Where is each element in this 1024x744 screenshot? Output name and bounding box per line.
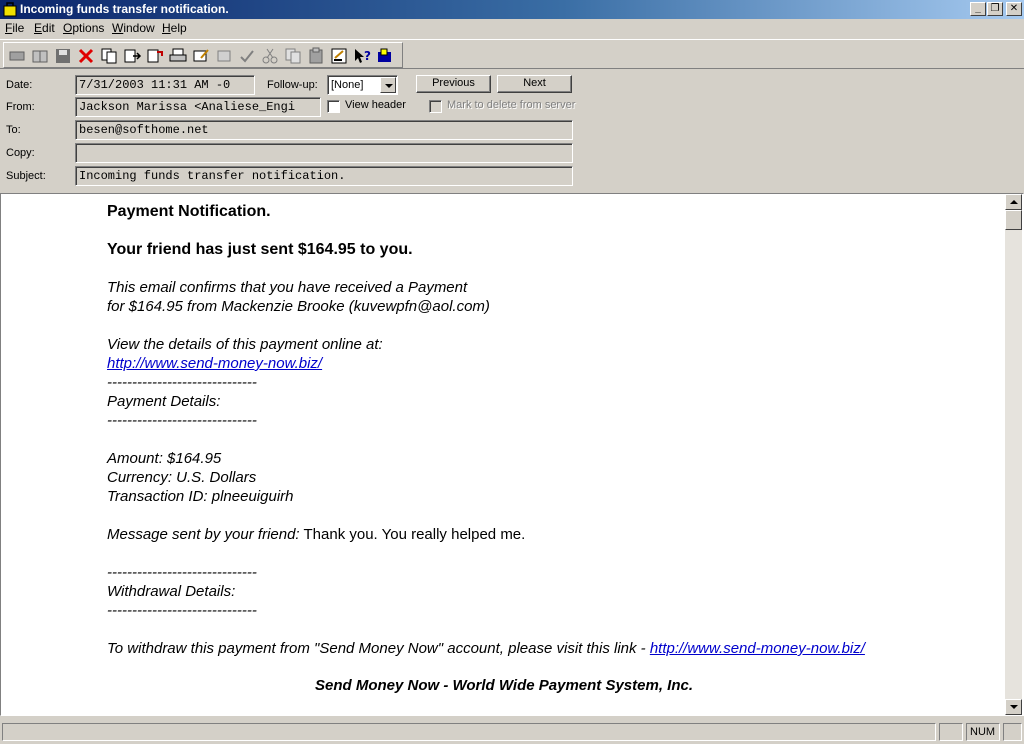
mark-delete-label: Mark to delete from server — [447, 99, 576, 111]
edit-message-icon[interactable] — [191, 46, 211, 66]
followup-label: Follow-up: — [267, 79, 318, 91]
date-label: Date: — [6, 79, 33, 91]
view-header-checkbox[interactable] — [327, 100, 340, 113]
copy-label: Copy: — [6, 147, 35, 159]
divider: ------------------------------ — [107, 374, 257, 391]
paste-icon[interactable] — [306, 46, 326, 66]
view-details-text: View the details of this payment online … — [107, 336, 383, 353]
friend-message-label: Message sent by your friend: — [107, 526, 300, 543]
from-label: From: — [6, 101, 35, 113]
to-field[interactable]: besen@softhome.net — [75, 120, 573, 140]
mark-delete-checkbox[interactable] — [429, 100, 442, 113]
svg-text:?: ? — [364, 49, 371, 63]
window-title: Incoming funds transfer notification. — [20, 2, 229, 16]
message-content: Payment Notification. Your friend has ju… — [107, 202, 987, 695]
redirect-icon[interactable] — [145, 46, 165, 66]
divider: ------------------------------ — [107, 564, 257, 581]
cut-icon[interactable] — [260, 46, 280, 66]
move-to-icon[interactable] — [7, 46, 27, 66]
followup-value: [None] — [331, 79, 364, 91]
withdraw-text: To withdraw this payment from "Send Mone… — [107, 640, 650, 657]
print-icon[interactable] — [168, 46, 188, 66]
properties-icon[interactable] — [329, 46, 349, 66]
chevron-down-icon[interactable] — [380, 77, 396, 93]
scroll-thumb[interactable] — [1005, 210, 1022, 230]
spellcheck-icon[interactable] — [237, 46, 257, 66]
signature: Send Money Now - World Wide Payment Syst… — [315, 677, 693, 694]
toolbar-group: ? — [3, 42, 403, 68]
forward-icon[interactable] — [122, 46, 142, 66]
copy-field[interactable] — [75, 143, 573, 163]
divider: ------------------------------ — [107, 602, 257, 619]
currency-text: Currency: U.S. Dollars — [107, 469, 257, 486]
scroll-down-button[interactable] — [1005, 699, 1022, 715]
reply-all-icon[interactable] — [214, 46, 234, 66]
status-bar: NUM — [0, 721, 1024, 744]
copy-clipboard-icon[interactable] — [283, 46, 303, 66]
menu-file[interactable]: File — [5, 21, 24, 35]
date-field[interactable]: 7/31/2003 11:31 AM -0 — [75, 75, 255, 95]
followup-select[interactable]: [None] — [327, 75, 398, 95]
transaction-id-text: Transaction ID: plneeuiguirh — [107, 488, 294, 505]
previous-button[interactable]: Previous — [416, 75, 491, 93]
message-body[interactable]: Payment Notification. Your friend has ju… — [0, 193, 1024, 716]
copy-icon[interactable] — [99, 46, 119, 66]
toolbar: ? — [0, 39, 1024, 69]
help-pointer-icon[interactable]: ? — [352, 46, 372, 66]
open-folder-icon[interactable] — [30, 46, 50, 66]
minimize-button[interactable]: _ — [970, 2, 986, 16]
title-bar[interactable]: Incoming funds transfer notification. _ … — [0, 0, 1024, 19]
subject-label: Subject: — [6, 170, 46, 182]
friend-message: Message sent by your friend: Thank you. … — [107, 525, 987, 544]
payment-link-2[interactable]: http://www.send-money-now.biz/ — [650, 640, 865, 657]
status-num-indicator: NUM — [966, 723, 1000, 741]
confirm-line-2: for $164.95 from Mackenzie Brooke (kuvew… — [107, 298, 490, 315]
close-button[interactable]: ✕ — [1006, 2, 1022, 16]
divider: ------------------------------ — [107, 412, 257, 429]
withdraw-line: To withdraw this payment from "Send Mone… — [107, 639, 987, 658]
payment-details-label: Payment Details: — [107, 393, 221, 410]
mailbox-icon[interactable] — [375, 46, 395, 66]
friend-message-text: Thank you. You really helped me. — [299, 526, 526, 543]
payment-link-1[interactable]: http://www.send-money-now.biz/ — [107, 355, 322, 372]
menu-bar: File Edit Options Window Help — [0, 19, 1024, 38]
eudora-app-icon — [3, 2, 17, 17]
status-caps-panel — [939, 723, 963, 741]
from-field[interactable]: Jackson Marissa <Analiese_Engi — [75, 97, 321, 117]
delete-icon[interactable] — [76, 46, 96, 66]
menu-help[interactable]: Help — [162, 21, 187, 35]
restore-button[interactable]: ❐ — [987, 2, 1003, 16]
sent-line: Your friend has just sent $164.95 to you… — [107, 241, 413, 258]
save-icon[interactable] — [53, 46, 73, 66]
menu-edit[interactable]: Edit — [34, 21, 55, 35]
scroll-up-button[interactable] — [1005, 194, 1022, 210]
withdrawal-details-label: Withdrawal Details: — [107, 583, 236, 600]
status-scroll-panel — [1003, 723, 1022, 741]
to-label: To: — [6, 124, 21, 136]
view-header-label: View header — [345, 99, 406, 111]
subject-field[interactable]: Incoming funds transfer notification. — [75, 166, 573, 186]
vertical-scrollbar[interactable] — [1005, 194, 1022, 715]
status-text-panel — [2, 723, 936, 741]
menu-options[interactable]: Options — [63, 21, 104, 35]
confirm-line-1: This email confirms that you have receiv… — [107, 279, 468, 296]
menu-window[interactable]: Window — [112, 21, 155, 35]
next-button[interactable]: Next — [497, 75, 572, 93]
amount-text: Amount: $164.95 — [107, 450, 222, 467]
message-heading: Payment Notification. — [107, 203, 271, 220]
